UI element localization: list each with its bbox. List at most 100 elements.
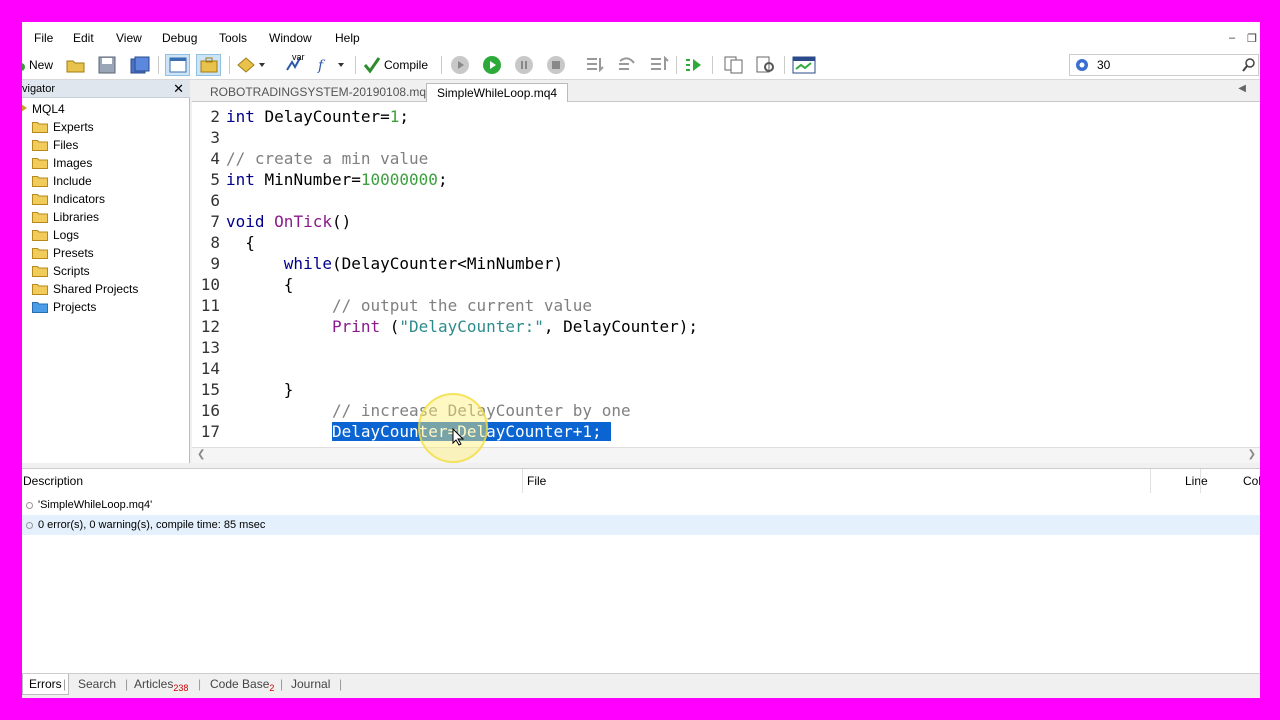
- code-token: while: [283, 254, 332, 273]
- find-document-icon: [756, 56, 776, 74]
- toolbox-toggle-button[interactable]: [196, 54, 221, 76]
- line-number: 5: [210, 170, 220, 189]
- close-icon[interactable]: ✕: [173, 80, 184, 98]
- menu-edit[interactable]: Edit: [73, 31, 94, 45]
- column-line[interactable]: Line: [1150, 469, 1208, 493]
- menu-help[interactable]: Help: [335, 31, 360, 45]
- menu-debug[interactable]: Debug: [162, 31, 197, 45]
- code-token: // create a min value: [226, 149, 429, 168]
- terminal-button[interactable]: [792, 54, 816, 76]
- open-button[interactable]: [66, 54, 86, 76]
- debug-start-button[interactable]: [482, 54, 502, 76]
- search-input[interactable]: [1097, 57, 1227, 73]
- find-button[interactable]: [756, 54, 776, 76]
- gear-icon[interactable]: [1074, 57, 1090, 76]
- tab-robotradingsystem[interactable]: ROBOTRADINGSYSTEM-20190108.mq4: [200, 83, 443, 102]
- code-text: {: [226, 232, 255, 253]
- menu-window[interactable]: Window: [269, 31, 312, 45]
- tab-articles[interactable]: Articles238: [128, 674, 194, 695]
- step-out-button[interactable]: [648, 54, 670, 76]
- column-description[interactable]: Description: [22, 469, 522, 493]
- minimize-icon[interactable]: –: [1229, 32, 1235, 44]
- tab-search[interactable]: Search: [72, 674, 122, 695]
- menu-file[interactable]: File: [34, 31, 53, 45]
- line-number: 11: [200, 296, 220, 315]
- folder-icon: [32, 193, 48, 205]
- code-token: (): [331, 212, 352, 231]
- tree-item-shared-projects[interactable]: Shared Projects: [32, 280, 138, 298]
- run-to-cursor-button[interactable]: [684, 54, 704, 76]
- play-icon: [482, 55, 502, 75]
- line-number: 10: [200, 275, 220, 294]
- step-over-button[interactable]: [616, 54, 638, 76]
- line-number: 15: [200, 380, 220, 399]
- save-button[interactable]: [98, 54, 116, 76]
- output-row-selected[interactable]: 0 error(s), 0 warning(s), compile time: …: [22, 515, 1260, 535]
- horizontal-scrollbar[interactable]: ❮ ❯: [192, 447, 1260, 463]
- pause-icon: [514, 55, 534, 75]
- code-text: // output the current value: [226, 295, 592, 316]
- tree-root-mql4[interactable]: MQL4: [22, 100, 65, 118]
- line-number: 17: [200, 422, 220, 441]
- code-text: // create a min value: [226, 148, 428, 169]
- scroll-right-icon[interactable]: ❯: [1248, 449, 1256, 460]
- debug-stop-button[interactable]: [546, 54, 566, 76]
- debug-start-history-button[interactable]: [450, 54, 470, 76]
- tree-item-include[interactable]: Include: [32, 172, 92, 190]
- line-number: 3: [210, 128, 220, 147]
- code-token: int: [226, 170, 255, 189]
- navigator-toggle-button[interactable]: [165, 54, 190, 76]
- save-all-button[interactable]: [130, 54, 150, 76]
- insert-variable-button[interactable]: var: [284, 52, 305, 76]
- tab-errors[interactable]: Errors: [22, 674, 69, 695]
- style-button[interactable]: [236, 54, 266, 76]
- tree-item-files[interactable]: Files: [32, 136, 78, 154]
- code-token: 10000000: [360, 170, 438, 189]
- step-into-button[interactable]: [584, 54, 606, 76]
- tree-item-logs[interactable]: Logs: [32, 226, 79, 244]
- tree-item-indicators[interactable]: Indicators: [32, 190, 105, 208]
- codebase-count-badge: 2: [269, 683, 275, 693]
- code-area[interactable]: 2 int DelayCounter=1; 3 4 // create a min va…: [192, 103, 1260, 447]
- tree-item-libraries[interactable]: Libraries: [32, 208, 99, 226]
- new-icon: [22, 58, 26, 72]
- line-number: 4: [210, 149, 220, 168]
- insert-function-button[interactable]: f: [316, 54, 346, 76]
- copy-button[interactable]: [724, 54, 744, 76]
- code-token: {: [226, 275, 294, 294]
- debug-pause-button[interactable]: [514, 54, 534, 76]
- tab-journal[interactable]: Journal: [285, 674, 336, 695]
- tree-item-projects[interactable]: Projects: [32, 298, 96, 316]
- column-column[interactable]: Colum: [1200, 469, 1260, 493]
- compile-button[interactable]: Compile: [363, 54, 428, 76]
- step-into-icon: [584, 55, 606, 75]
- code-token: (DelayCounter<MinNumber): [331, 254, 564, 273]
- tab-code-base[interactable]: Code Base2: [204, 674, 280, 695]
- tree-item-images[interactable]: Images: [32, 154, 92, 172]
- svg-text:f: f: [317, 58, 326, 74]
- navigator-title: vigator: [22, 83, 56, 95]
- column-file[interactable]: File: [522, 469, 1150, 493]
- new-button[interactable]: New: [22, 54, 53, 76]
- tab-simplewhileloop[interactable]: SimpleWhileLoop.mq4: [426, 83, 569, 102]
- restore-icon[interactable]: ❐: [1247, 32, 1257, 45]
- code-token: ;: [399, 107, 410, 126]
- output-row[interactable]: 'SimpleWhileLoop.mq4': [22, 495, 1260, 515]
- line-number: 13: [200, 338, 220, 357]
- folder-icon: [32, 301, 48, 313]
- line-number: 9: [210, 254, 220, 273]
- menu-tools[interactable]: Tools: [219, 31, 247, 45]
- code-text: Print ("DelayCounter:", DelayCounter);: [226, 316, 698, 337]
- tree-item-presets[interactable]: Presets: [32, 244, 94, 262]
- tree-item-experts[interactable]: Experts: [32, 118, 94, 136]
- code-text: int MinNumber=10000000;: [226, 169, 448, 190]
- stop-icon: [546, 55, 566, 75]
- folder-icon: [32, 265, 48, 277]
- code-token: "DelayCounter:": [399, 317, 544, 336]
- search-icon[interactable]: [1242, 58, 1256, 75]
- menu-view[interactable]: View: [116, 31, 142, 45]
- tree-item-scripts[interactable]: Scripts: [32, 262, 90, 280]
- scroll-left-icon[interactable]: ❮: [197, 449, 205, 460]
- tab-scroll-left-icon[interactable]: ◀: [1238, 83, 1246, 94]
